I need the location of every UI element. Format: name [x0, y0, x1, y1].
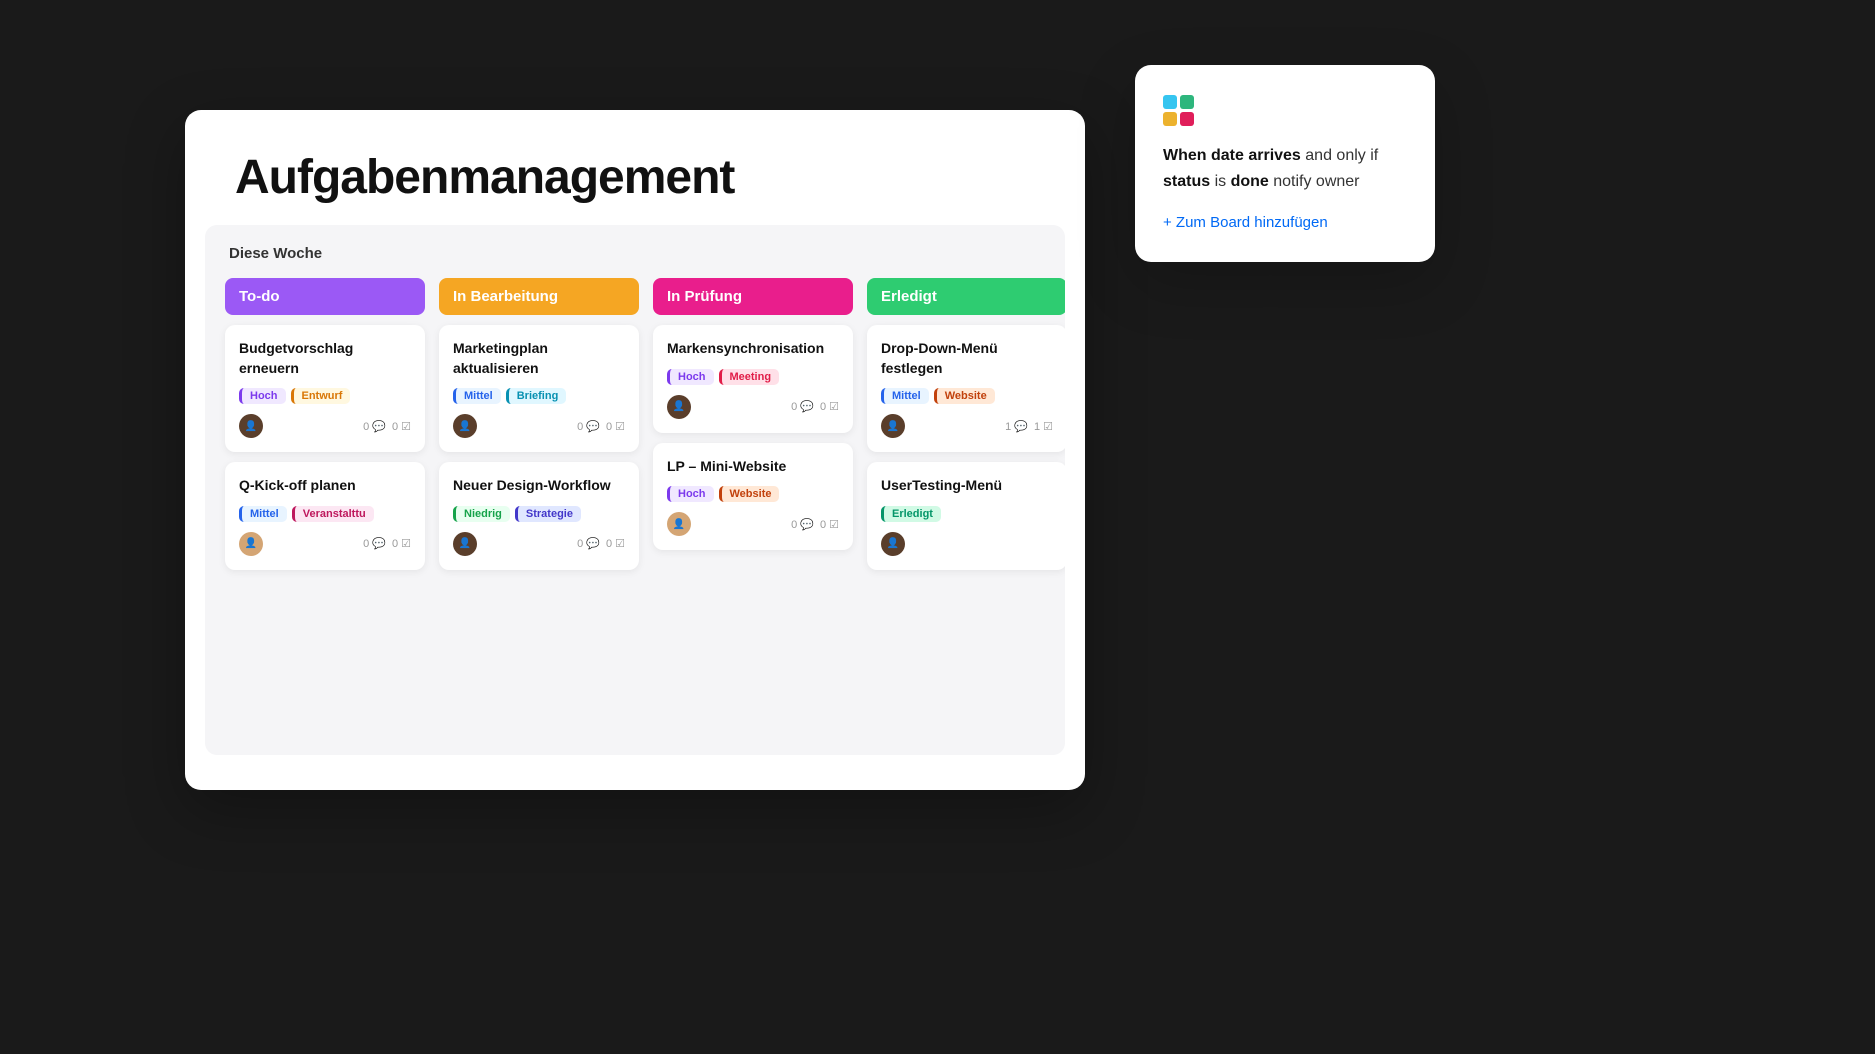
card-tags: Hoch Website — [667, 486, 839, 502]
card-footer: 👤 0 💬 0 ☑ — [667, 512, 839, 536]
card-tags: Niedrig Strategie — [453, 506, 625, 522]
tag-mittel: Mittel — [239, 506, 287, 522]
task-count: 0 ☑ — [392, 420, 411, 433]
card-footer: 👤 — [881, 532, 1053, 556]
card-footer: 👤 0 💬 0 ☑ — [239, 414, 411, 438]
column-erledigt: Erledigt Drop-Down-Menü festlegen Mittel… — [867, 278, 1065, 580]
avatar: 👤 — [453, 532, 477, 556]
tag-meeting: Meeting — [719, 369, 780, 385]
card-tags: Mittel Veranstalttu — [239, 506, 411, 522]
task-count: 0 ☑ — [820, 518, 839, 531]
card-tags: Hoch Meeting — [667, 369, 839, 385]
task-count: 0 ☑ — [392, 537, 411, 550]
tag-veranstaltung: Veranstalttu — [292, 506, 374, 522]
card-tags: Mittel Briefing — [453, 388, 625, 404]
task-count: 1 ☑ — [1034, 420, 1053, 433]
card-kickoff[interactable]: Q-Kick-off planen Mittel Veranstalttu 👤 … — [225, 462, 425, 570]
comment-count: 0 💬 — [363, 537, 386, 550]
column-header-inbearbeitung: In Bearbeitung — [439, 278, 639, 315]
column-inbearbeitung: In Bearbeitung Marketingplan aktualisier… — [439, 278, 639, 580]
page-title: Aufgabenmanagement — [235, 150, 1035, 205]
tag-mittel: Mittel — [881, 388, 929, 404]
card-stats: 0 💬 0 ☑ — [577, 537, 625, 550]
comment-count: 0 💬 — [791, 400, 814, 413]
card-tags: Erledigt — [881, 506, 1053, 522]
task-count: 0 ☑ — [606, 420, 625, 433]
card-tags: Hoch Entwurf — [239, 388, 411, 404]
task-count: 0 ☑ — [606, 537, 625, 550]
week-label: Diese Woche — [225, 245, 1045, 262]
slack-logo — [1163, 95, 1407, 127]
card-stats: 0 💬 0 ☑ — [791, 400, 839, 413]
add-to-board-link[interactable]: + Zum Board hinzufügen — [1163, 214, 1328, 231]
card-stats: 0 💬 0 ☑ — [791, 518, 839, 531]
avatar: 👤 — [239, 414, 263, 438]
card-footer: 👤 0 💬 0 ☑ — [453, 414, 625, 438]
card-stats: 1 💬 1 ☑ — [1005, 420, 1053, 433]
card-title: Q-Kick-off planen — [239, 476, 411, 496]
tag-website: Website — [719, 486, 780, 502]
card-design-workflow[interactable]: Neuer Design-Workflow Niedrig Strategie … — [439, 462, 639, 570]
tag-niedrig: Niedrig — [453, 506, 510, 522]
tag-briefing: Briefing — [506, 388, 567, 404]
card-title: LP – Mini-Website — [667, 457, 839, 477]
card-footer: 👤 0 💬 0 ☑ — [453, 532, 625, 556]
main-board-card: Aufgabenmanagement Diese Woche To-do Bud… — [185, 110, 1085, 790]
comment-count: 0 💬 — [791, 518, 814, 531]
card-title: Markensynchronisation — [667, 339, 839, 359]
card-title: Drop-Down-Menü festlegen — [881, 339, 1053, 378]
card-footer: 👤 0 💬 0 ☑ — [667, 395, 839, 419]
card-stats: 0 💬 0 ☑ — [577, 420, 625, 433]
comment-count: 0 💬 — [577, 537, 600, 550]
card-title: UserTesting-Menü — [881, 476, 1053, 496]
tag-hoch: Hoch — [667, 369, 714, 385]
tag-strategie: Strategie — [515, 506, 581, 522]
avatar: 👤 — [881, 414, 905, 438]
card-lp-mini-website[interactable]: LP – Mini-Website Hoch Website 👤 0 💬 0 ☑ — [653, 443, 853, 551]
tag-hoch: Hoch — [239, 388, 286, 404]
avatar: 👤 — [667, 512, 691, 536]
card-title: Budgetvorschlag erneuern — [239, 339, 411, 378]
avatar: 👤 — [239, 532, 263, 556]
card-dropdown-menu[interactable]: Drop-Down-Menü festlegen Mittel Website … — [867, 325, 1065, 452]
card-tags: Mittel Website — [881, 388, 1053, 404]
column-inpruefung: In Prüfung Markensynchronisation Hoch Me… — [653, 278, 853, 560]
comment-count: 0 💬 — [577, 420, 600, 433]
card-title: Marketingplan aktualisieren — [453, 339, 625, 378]
card-marketingplan[interactable]: Marketingplan aktualisieren Mittel Brief… — [439, 325, 639, 452]
card-markensynchronisation[interactable]: Markensynchronisation Hoch Meeting 👤 0 💬… — [653, 325, 853, 433]
board-container: Diese Woche To-do Budgetvorschlag erneue… — [205, 225, 1065, 755]
tag-hoch: Hoch — [667, 486, 714, 502]
avatar: 👤 — [453, 414, 477, 438]
column-header-erledigt: Erledigt — [867, 278, 1065, 315]
column-todo: To-do Budgetvorschlag erneuern Hoch Entw… — [225, 278, 425, 580]
task-count: 0 ☑ — [820, 400, 839, 413]
card-stats: 0 💬 0 ☑ — [363, 537, 411, 550]
avatar: 👤 — [881, 532, 905, 556]
comment-count: 0 💬 — [363, 420, 386, 433]
card-stats: 0 💬 0 ☑ — [363, 420, 411, 433]
card-budgetvorschlag[interactable]: Budgetvorschlag erneuern Hoch Entwurf 👤 … — [225, 325, 425, 452]
comment-count: 1 💬 — [1005, 420, 1028, 433]
card-footer: 👤 1 💬 1 ☑ — [881, 414, 1053, 438]
avatar: 👤 — [667, 395, 691, 419]
column-header-todo: To-do — [225, 278, 425, 315]
tag-mittel: Mittel — [453, 388, 501, 404]
columns-wrapper: To-do Budgetvorschlag erneuern Hoch Entw… — [225, 278, 1045, 580]
tag-entwurf: Entwurf — [291, 388, 351, 404]
tag-website: Website — [934, 388, 995, 404]
automation-tooltip: When date arrives and only if status is … — [1135, 65, 1435, 262]
tooltip-description: When date arrives and only if status is … — [1163, 143, 1407, 194]
card-title: Neuer Design-Workflow — [453, 476, 625, 496]
card-footer: 👤 0 💬 0 ☑ — [239, 532, 411, 556]
column-header-inpruefung: In Prüfung — [653, 278, 853, 315]
tag-erledigt: Erledigt — [881, 506, 941, 522]
card-usertesting-menu[interactable]: UserTesting-Menü Erledigt 👤 — [867, 462, 1065, 570]
